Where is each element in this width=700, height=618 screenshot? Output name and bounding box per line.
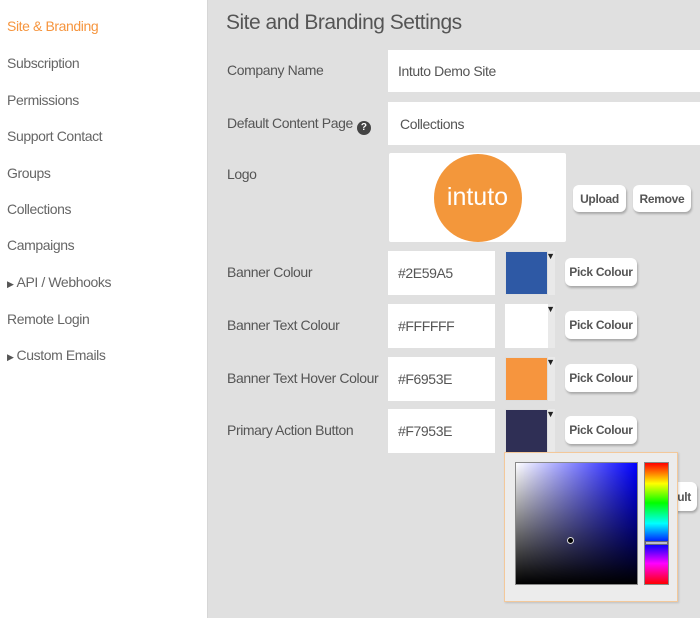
saturation-value-area[interactable] bbox=[515, 462, 638, 585]
colour-swatch bbox=[505, 304, 548, 348]
hue-slider-handle[interactable] bbox=[645, 541, 668, 545]
help-icon[interactable]: ? bbox=[356, 121, 371, 135]
pick-colour-button[interactable]: Pick Colour bbox=[565, 364, 637, 392]
default-content-page-select[interactable]: Collections bbox=[388, 102, 700, 145]
colour-swatch bbox=[505, 357, 548, 401]
sidebar-item-campaigns[interactable]: Campaigns bbox=[7, 237, 75, 253]
sidebar-item-site-branding[interactable]: Site & Branding bbox=[7, 18, 99, 34]
dropdown-arrow-icon: ▼ bbox=[546, 357, 555, 367]
banner-colour-label: Banner Colour bbox=[227, 264, 313, 280]
upload-button[interactable]: Upload bbox=[573, 185, 626, 212]
sidebar-item-label: Custom Emails bbox=[16, 347, 106, 363]
colour-swatch bbox=[505, 251, 548, 295]
sidebar-item-subscription[interactable]: Subscription bbox=[7, 55, 80, 71]
colour-swatch bbox=[505, 409, 548, 453]
sidebar: Site & Branding Subscription Permissions… bbox=[0, 0, 208, 618]
banner-colour-swatch-dropdown[interactable]: ▼ bbox=[505, 251, 555, 295]
colour-cursor-handle[interactable] bbox=[567, 537, 574, 544]
sidebar-item-remote-login[interactable]: Remote Login bbox=[7, 311, 90, 327]
banner-colour-input[interactable]: #2E59A5 bbox=[388, 251, 495, 295]
dropdown-arrow-icon: ▼ bbox=[546, 251, 555, 261]
expand-triangle-icon: ▶ bbox=[7, 352, 14, 362]
banner-text-colour-input[interactable]: #FFFFFF bbox=[388, 304, 495, 348]
banner-text-hover-colour-label: Banner Text Hover Colour bbox=[227, 370, 379, 386]
logo-preview: intuto bbox=[389, 153, 566, 242]
company-name-label: Company Name bbox=[227, 62, 324, 78]
intuto-logo: intuto bbox=[433, 153, 522, 242]
primary-action-button-label: Primary Action Button bbox=[227, 422, 354, 438]
dropdown-arrow-icon: ▼ bbox=[546, 409, 555, 419]
pick-colour-button[interactable]: Pick Colour bbox=[565, 311, 637, 339]
primary-action-button-input[interactable]: #F7953E bbox=[388, 409, 495, 453]
banner-text-hover-colour-swatch-dropdown[interactable]: ▼ bbox=[505, 357, 555, 401]
default-content-page-label: Default Content Page? bbox=[227, 115, 371, 135]
sidebar-item-custom-emails[interactable]: ▶ Custom Emails bbox=[7, 347, 106, 363]
default-content-page-text: Default Content Page bbox=[227, 115, 353, 131]
expand-triangle-icon: ▶ bbox=[7, 279, 14, 289]
banner-text-hover-colour-input[interactable]: #F6953E bbox=[388, 357, 495, 401]
sidebar-item-support-contact[interactable]: Support Contact bbox=[7, 128, 103, 144]
remove-button[interactable]: Remove bbox=[633, 185, 691, 212]
pick-colour-button[interactable]: Pick Colour bbox=[565, 258, 637, 286]
colour-picker-popup bbox=[504, 452, 678, 602]
banner-text-colour-label: Banner Text Colour bbox=[227, 317, 340, 333]
sidebar-item-permissions[interactable]: Permissions bbox=[7, 92, 79, 108]
primary-action-button-swatch-dropdown[interactable]: ▼ bbox=[505, 409, 555, 453]
banner-text-colour-swatch-dropdown[interactable]: ▼ bbox=[505, 304, 555, 348]
sidebar-item-label: API / Webhooks bbox=[16, 274, 112, 290]
sidebar-item-groups[interactable]: Groups bbox=[7, 165, 51, 181]
pick-colour-button[interactable]: Pick Colour bbox=[565, 416, 637, 444]
hue-slider[interactable] bbox=[644, 462, 669, 585]
settings-main: Site and Branding Settings Company Name … bbox=[209, 0, 700, 618]
company-name-input[interactable]: Intuto Demo Site bbox=[388, 50, 700, 92]
page-title: Site and Branding Settings bbox=[226, 11, 462, 34]
sidebar-item-collections[interactable]: Collections bbox=[7, 201, 71, 217]
sidebar-item-api-webhooks[interactable]: ▶ API / Webhooks bbox=[7, 274, 111, 290]
logo-label: Logo bbox=[227, 166, 257, 182]
dropdown-arrow-icon: ▼ bbox=[546, 304, 555, 314]
